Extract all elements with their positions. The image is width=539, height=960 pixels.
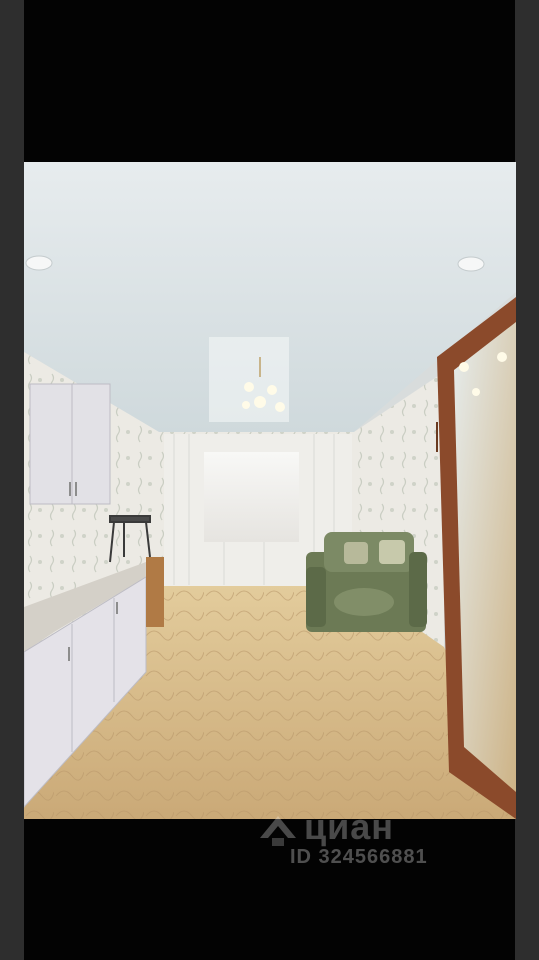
room-photo[interactable] [24,162,516,819]
right-edge-bar [515,0,539,960]
sofa [306,532,427,632]
nightstand [146,557,164,627]
room-photo-illustration [24,162,516,819]
window [204,452,299,542]
photo-viewer: циан ID 324566881 [0,0,539,960]
watermark-listing-id: ID 324566881 [290,846,428,868]
ceiling-spotlight [25,255,53,271]
ceiling-spotlight [457,256,485,272]
left-edge-bar [0,0,24,960]
